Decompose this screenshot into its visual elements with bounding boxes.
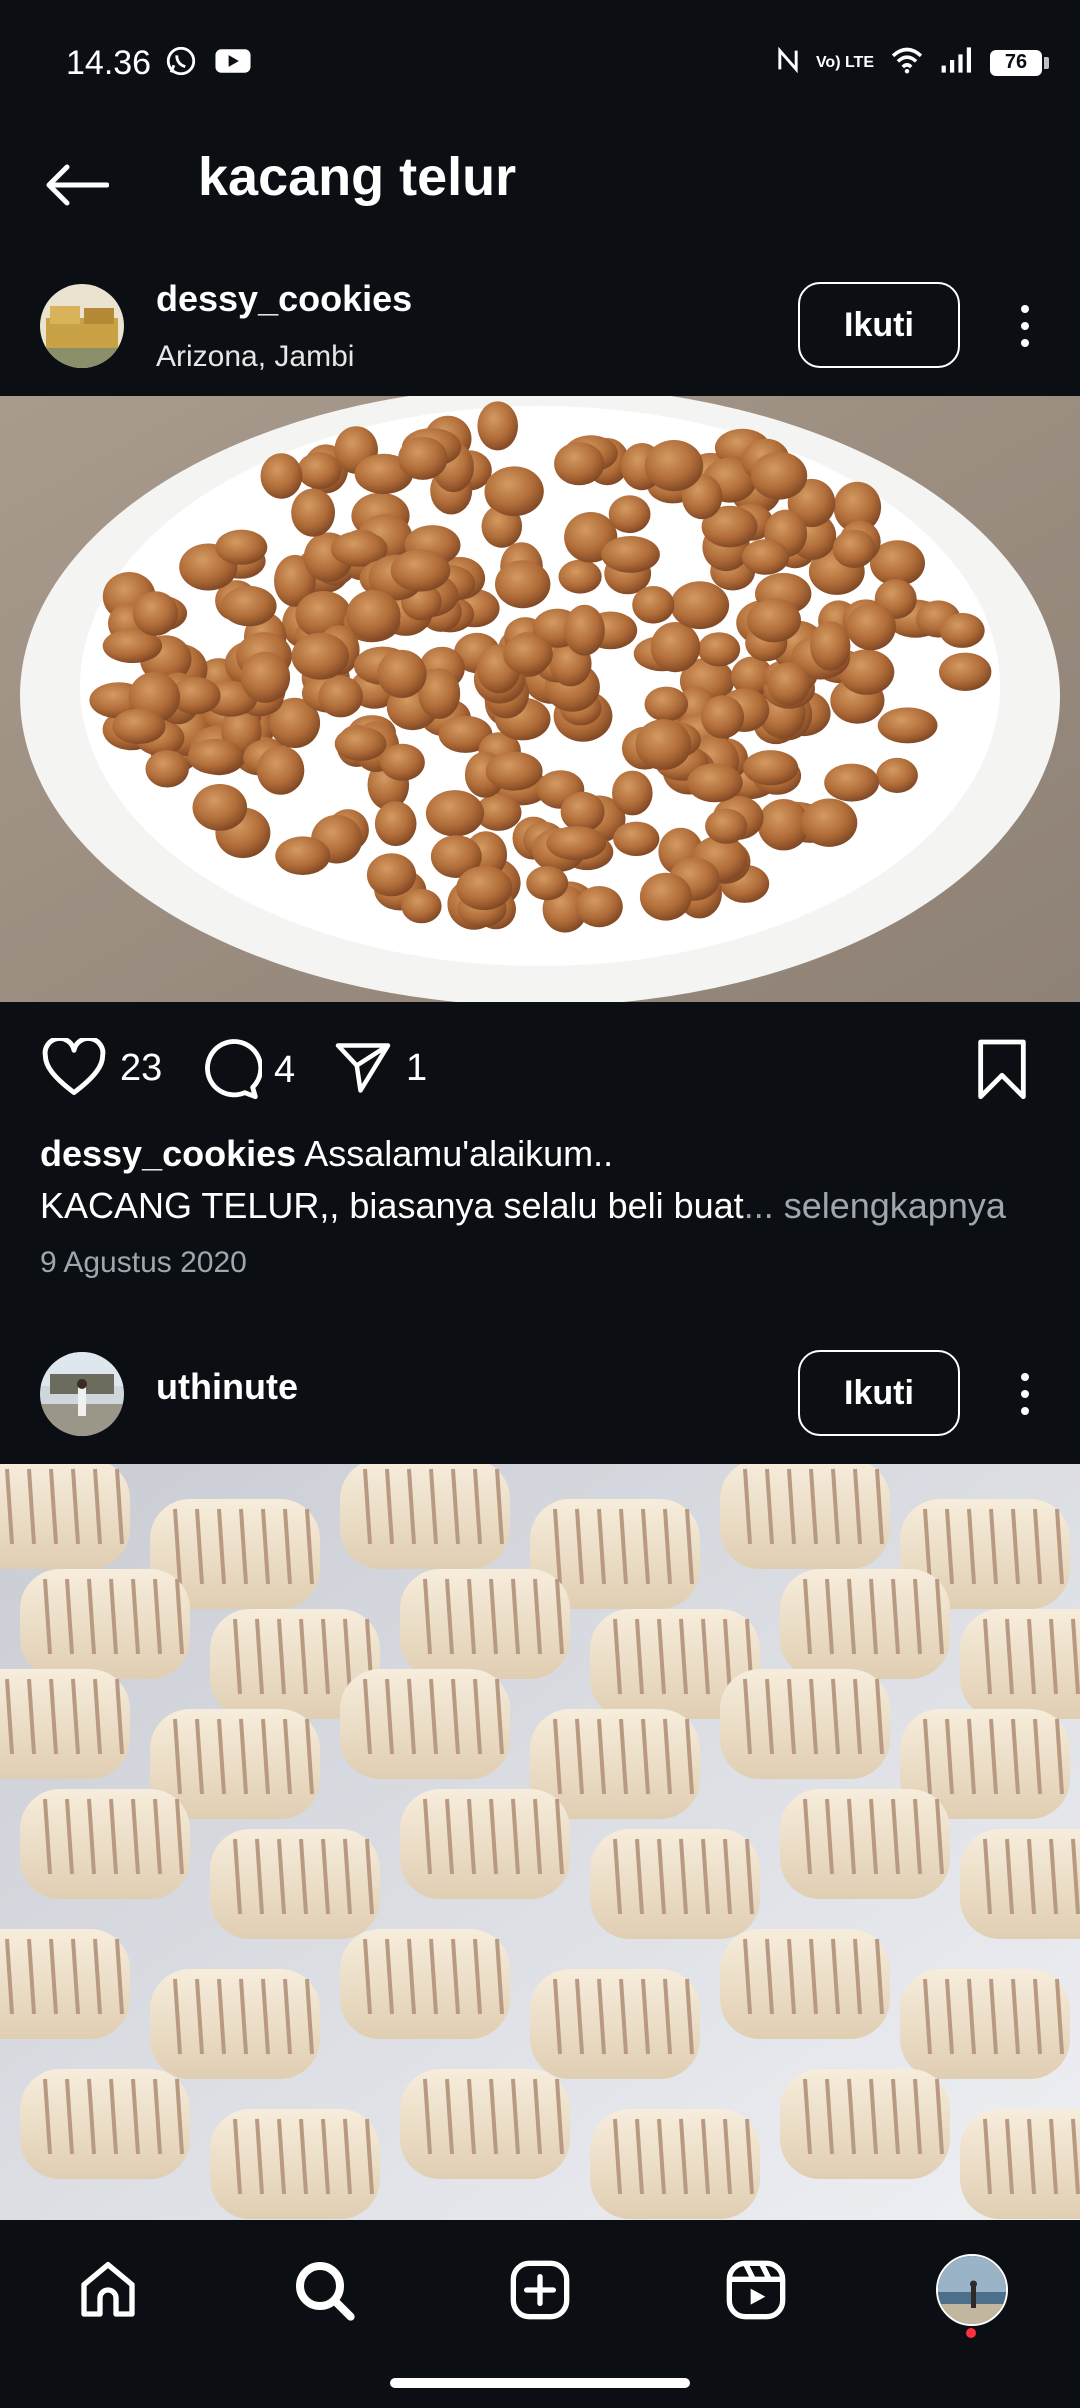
share-button[interactable]: 1: [332, 1038, 427, 1098]
nfc-icon: [776, 46, 800, 79]
reels-icon: [726, 2260, 786, 2320]
more-options-button[interactable]: [1010, 294, 1040, 358]
comment-icon: [205, 1039, 262, 1100]
create-icon: [510, 2260, 570, 2320]
post-caption: dessy_cookies Assalamu'alaikum.. KACANG …: [40, 1128, 1050, 1232]
post-header: dessy_cookies Arizona, Jambi Ikuti: [0, 270, 1080, 380]
arrow-left-icon: [46, 164, 109, 206]
profile-avatar: [936, 2254, 1008, 2326]
send-icon: [335, 1043, 391, 1093]
search-icon: [296, 2262, 355, 2321]
caption-line-1: Assalamu'alaikum..: [304, 1133, 614, 1174]
share-count: 1: [406, 1046, 428, 1089]
status-left-icons: [164, 44, 252, 83]
notification-dot: [966, 2328, 976, 2338]
back-button[interactable]: [42, 150, 112, 220]
more-icon: [1021, 1373, 1029, 1381]
battery-indicator: 76: [990, 49, 1049, 76]
signal-icon: [940, 46, 974, 79]
post-header: uthinute Ikuti: [0, 1338, 1080, 1448]
page-header: kacang telur: [0, 130, 1080, 250]
avatar[interactable]: [40, 284, 124, 368]
more-icon: [1021, 305, 1029, 313]
comment-count: 4: [274, 1048, 296, 1091]
home-indicator[interactable]: [390, 2378, 690, 2388]
bottom-navigation: [0, 2220, 1080, 2408]
wifi-icon: [890, 46, 924, 79]
heart-icon: [42, 1038, 106, 1095]
nav-profile[interactable]: [932, 2250, 1012, 2330]
nav-create[interactable]: [500, 2250, 580, 2330]
caption-line-2: KACANG TELUR,, biasanya selalu beli buat: [40, 1185, 744, 1226]
bookmark-icon: [978, 1039, 1026, 1100]
post-date: 9 Agustus 2020: [40, 1246, 247, 1279]
caption-username[interactable]: dessy_cookies: [40, 1133, 296, 1174]
post-actions: 23 4 1: [0, 1020, 1080, 1120]
post-username[interactable]: uthinute: [156, 1366, 298, 1408]
nav-reels[interactable]: [716, 2250, 796, 2330]
status-time: 14.36: [66, 44, 152, 82]
whatsapp-icon: [164, 44, 198, 83]
page-title: kacang telur: [198, 147, 517, 207]
avatar[interactable]: [40, 1352, 124, 1436]
see-more-link[interactable]: ... selengkapnya: [744, 1185, 1006, 1226]
comment-button[interactable]: 4: [198, 1038, 295, 1102]
post-image[interactable]: [0, 396, 1080, 1002]
youtube-icon: [214, 44, 252, 83]
follow-button[interactable]: Ikuti: [798, 282, 960, 368]
volte-icon: Vo) LTE: [815, 53, 874, 71]
nav-search[interactable]: [284, 2250, 364, 2330]
more-options-button[interactable]: [1010, 1362, 1040, 1426]
home-icon: [81, 2262, 135, 2317]
like-count: 23: [120, 1046, 163, 1089]
post-image[interactable]: [0, 1464, 1080, 2220]
follow-button[interactable]: Ikuti: [798, 1350, 960, 1436]
status-right-icons: Vo) LTE 76: [776, 46, 1049, 79]
like-button[interactable]: 23: [40, 1038, 162, 1098]
nav-home[interactable]: [68, 2250, 148, 2330]
post-location[interactable]: Arizona, Jambi: [156, 340, 354, 374]
status-bar: 14.36 Vo) LTE 76: [0, 0, 1080, 130]
post-username[interactable]: dessy_cookies: [156, 278, 412, 320]
save-button[interactable]: [974, 1038, 1030, 1102]
